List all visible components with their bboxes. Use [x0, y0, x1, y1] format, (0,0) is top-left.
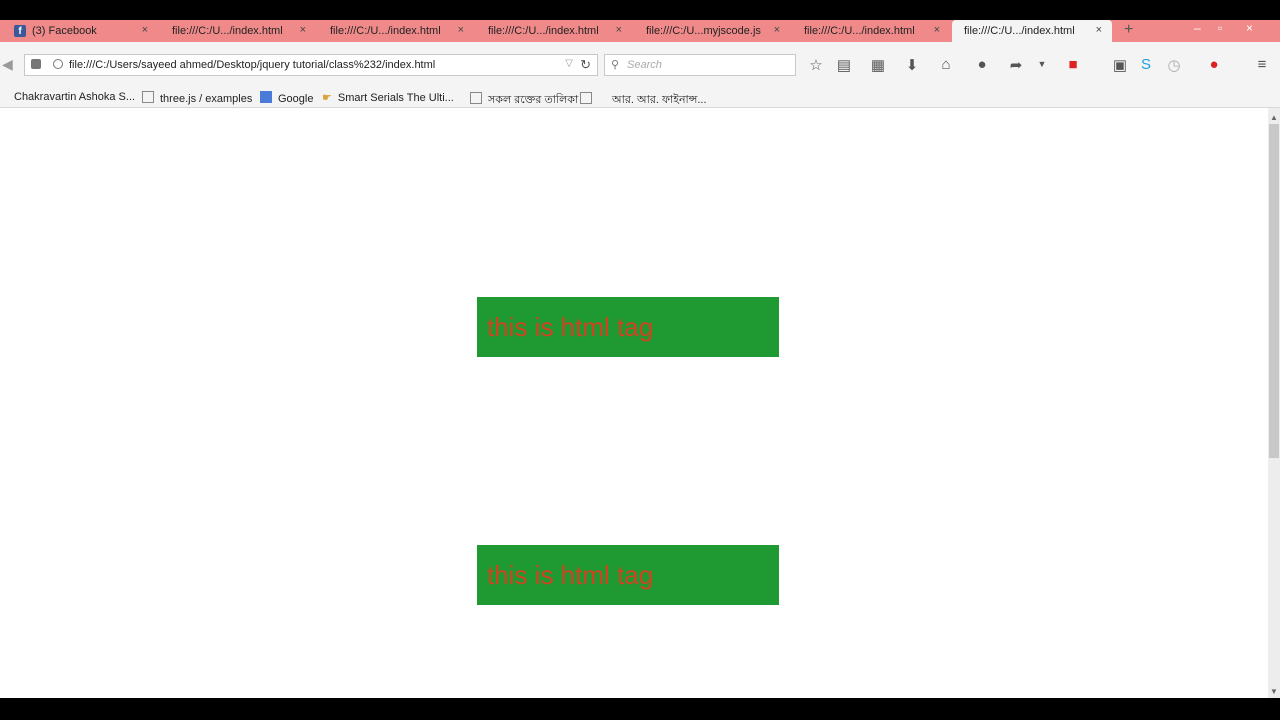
- page-icon: [470, 92, 482, 104]
- restore-button[interactable]: ▫: [1218, 21, 1222, 35]
- globe-icon: [53, 59, 63, 69]
- scroll-down-icon[interactable]: ▼: [1270, 687, 1278, 696]
- tab-label: file:///C:/U...myjscode.js: [646, 25, 761, 37]
- tab-index-3[interactable]: file:///C:/U.../index.html ×: [474, 20, 632, 42]
- reload-icon[interactable]: ↻: [580, 57, 591, 73]
- tab-label: file:///C:/U.../index.html: [172, 25, 283, 37]
- share-icon[interactable]: ➦: [1006, 56, 1026, 74]
- home-icon[interactable]: ⌂: [936, 56, 956, 73]
- clipboard-icon[interactable]: ▤: [834, 56, 854, 74]
- add-on-icon[interactable]: ■: [1063, 56, 1083, 73]
- extension-icon[interactable]: ●: [1204, 56, 1224, 73]
- google-icon: [260, 91, 272, 103]
- search-box[interactable]: ⚲ Search: [604, 54, 796, 76]
- tab-myjscode[interactable]: file:///C:/U...myjscode.js ×: [632, 20, 790, 42]
- tab-label: file:///C:/U.../index.html: [488, 25, 599, 37]
- tab-label: file:///C:/U.../index.html: [964, 25, 1075, 37]
- html-tag-box: this is html tag: [477, 545, 779, 605]
- page-icon: [142, 91, 154, 103]
- close-tab-icon[interactable]: ×: [774, 24, 780, 36]
- page-content: this is html tag this is html tag: [0, 108, 1268, 698]
- bookmark-label: সকল রক্তের তালিকা: [488, 94, 579, 106]
- minimize-button[interactable]: –: [1194, 21, 1201, 35]
- navigation-toolbar: ◀ file:///C:/Users/sayeed ahmed/Desktop/…: [0, 42, 1280, 88]
- screen-bottom-bar: [0, 698, 1280, 720]
- tab-index-1[interactable]: file:///C:/U.../index.html ×: [158, 20, 316, 42]
- scrollbar-thumb[interactable]: [1269, 124, 1279, 458]
- address-bar[interactable]: file:///C:/Users/sayeed ahmed/Desktop/jq…: [24, 54, 598, 76]
- bookmark-item[interactable]: three.js / examples: [142, 91, 252, 105]
- tab-facebook[interactable]: f (3) Facebook ×: [0, 20, 158, 42]
- print-icon[interactable]: ▦: [868, 56, 888, 74]
- chevron-down-icon[interactable]: ▽: [565, 58, 573, 69]
- address-text[interactable]: file:///C:/Users/sayeed ahmed/Desktop/jq…: [69, 59, 435, 71]
- chat-icon[interactable]: ●: [972, 56, 992, 73]
- bookmark-label: Smart Serials The Ulti...: [337, 92, 454, 104]
- bookmarks-toolbar: Chakravartin Ashoka S... three.js / exam…: [0, 88, 1280, 108]
- tab-strip: f (3) Facebook × file:///C:/U.../index.h…: [0, 20, 1280, 42]
- tab-index-2[interactable]: file:///C:/U.../index.html ×: [316, 20, 474, 42]
- screen-top-bar: [0, 0, 1280, 20]
- new-tab-button[interactable]: +: [1124, 21, 1133, 39]
- bookmark-label: Google: [278, 93, 314, 105]
- page-icon: [580, 92, 592, 104]
- bookmark-item[interactable]: Chakravartin Ashoka S...: [14, 91, 135, 103]
- bookmark-label: আর. আর. ফাইনান্স...: [612, 94, 707, 106]
- skype-icon[interactable]: S: [1136, 56, 1156, 73]
- search-icon: ⚲: [611, 59, 620, 71]
- bookmark-item[interactable]: Google: [260, 91, 313, 105]
- hand-icon: ☛: [322, 92, 332, 104]
- clock-icon[interactable]: ◷: [1164, 56, 1184, 74]
- search-placeholder[interactable]: Search: [627, 59, 662, 71]
- close-tab-icon[interactable]: ×: [934, 24, 940, 36]
- close-window-button[interactable]: ×: [1246, 21, 1253, 35]
- menu-icon[interactable]: ≡: [1252, 56, 1272, 73]
- lock-icon: [31, 59, 41, 69]
- bookmark-item[interactable]: ☛ Smart Serials The Ulti...: [322, 91, 454, 104]
- bookmark-label: Chakravartin Ashoka S...: [14, 91, 136, 103]
- close-tab-icon[interactable]: ×: [616, 24, 622, 36]
- tab-index-active[interactable]: file:///C:/U.../index.html ×: [952, 20, 1112, 42]
- chevron-down-icon[interactable]: ▼: [1032, 59, 1052, 69]
- html-tag-box: this is html tag: [477, 297, 779, 357]
- close-tab-icon[interactable]: ×: [1096, 24, 1102, 36]
- tab-label: file:///C:/U.../index.html: [330, 25, 441, 37]
- scroll-up-icon[interactable]: ▲: [1270, 113, 1278, 122]
- bookmark-star-icon[interactable]: ☆: [806, 56, 826, 74]
- bookmark-label: three.js / examples: [160, 93, 253, 105]
- facebook-icon: f: [14, 25, 26, 37]
- download-icon[interactable]: ⬇: [902, 56, 922, 74]
- tab-label: (3) Facebook: [32, 25, 97, 37]
- tab-label: file:///C:/U.../index.html: [804, 25, 915, 37]
- close-tab-icon[interactable]: ×: [142, 24, 148, 36]
- back-icon[interactable]: ◀: [2, 56, 13, 73]
- close-tab-icon[interactable]: ×: [300, 24, 306, 36]
- youtube-icon[interactable]: ▣: [1110, 56, 1130, 74]
- close-tab-icon[interactable]: ×: [458, 24, 464, 36]
- tab-index-4[interactable]: file:///C:/U.../index.html ×: [790, 20, 950, 42]
